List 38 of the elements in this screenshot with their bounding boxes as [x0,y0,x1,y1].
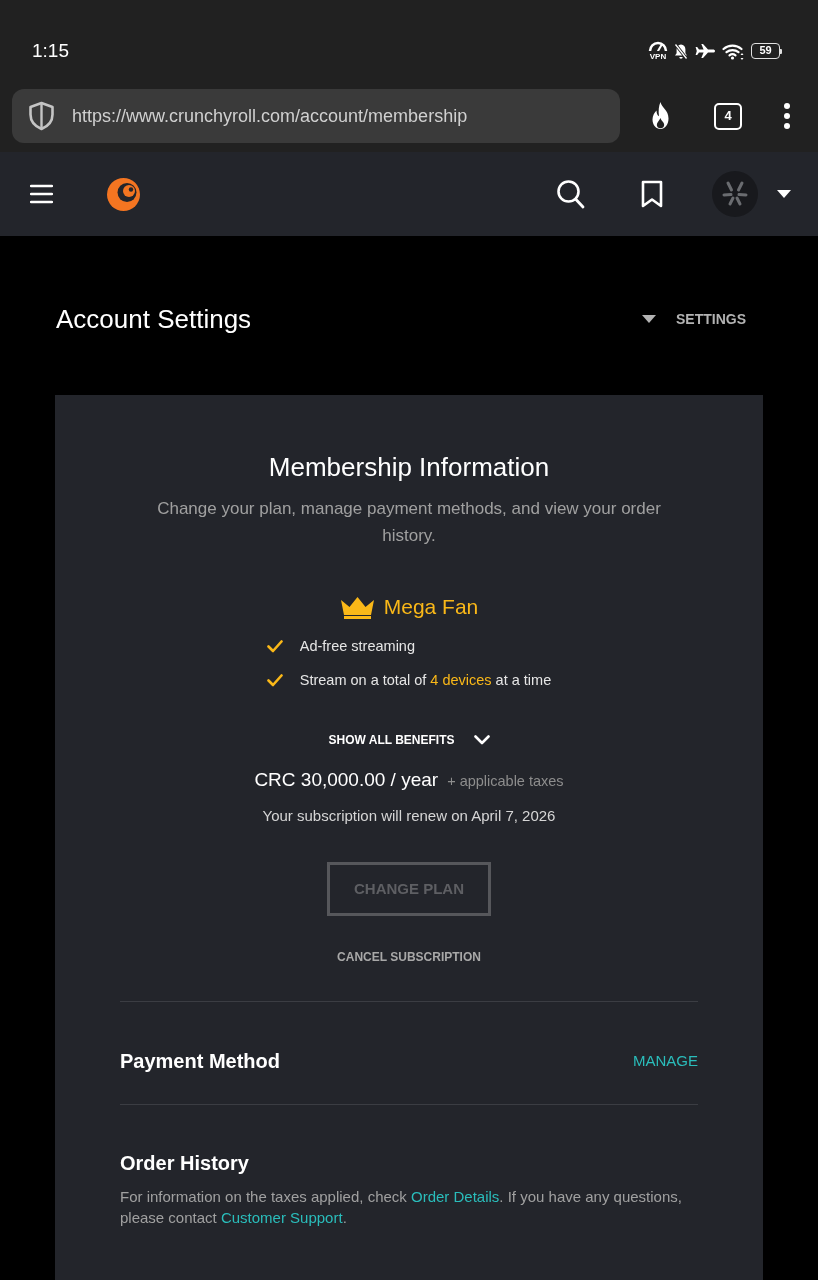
avatar-icon[interactable] [712,171,758,217]
benefit-text: Stream on a total of 4 devices at a time [299,671,552,690]
check-icon [266,639,283,653]
manage-link[interactable]: MANAGE [633,1051,698,1071]
wifi-icon [722,42,745,60]
bookmark-icon[interactable] [641,180,663,208]
crown-icon [339,595,375,619]
menu-icon[interactable] [30,184,53,204]
order-history-text: For information on the taxes applied, check Order Details. If you have any questions, please contact Customer Support. [120,1187,683,1228]
inline-link[interactable]: Customer Support [220,1209,343,1226]
tab-count-button[interactable]: 4 [714,102,742,130]
card-title: Membership Information [267,451,551,484]
check-icon [266,673,283,687]
section-title: Order History [120,1151,250,1176]
settings-dropdown[interactable]: SETTINGS [642,309,746,329]
battery-indicator: 59 [751,43,782,59]
card-description: Change your plan, manage payment methods, and view your order history. [156,498,662,547]
renewal-text: Your subscription will renew on April 7, 2026 [261,806,557,826]
vpn-icon [648,41,668,51]
caret-icon[interactable] [777,190,791,198]
url-field[interactable]: https://www.crunchyroll.com/account/membership [12,89,620,143]
section-title: Payment Method [120,1049,281,1074]
more-menu-icon[interactable] [783,102,791,130]
status-time: 1:15 [32,39,69,63]
benefit-text: Ad-free streaming [299,637,415,656]
page-title: Account Settings [56,303,252,336]
shield-icon[interactable] [28,101,55,131]
show-benefits-button[interactable]: SHOW ALL BENEFITS [328,730,490,750]
plan-name: Mega Fan [383,594,479,620]
airplane-icon [694,43,716,59]
price-text: CRC 30,000.00 / year [254,768,439,792]
logo-icon[interactable] [107,177,140,211]
vpn-label: VPN [649,52,667,61]
search-icon[interactable] [556,179,585,209]
caret-icon [642,315,656,323]
cancel-subscription-button[interactable]: CANCEL SUBSCRIPTION [337,948,481,966]
tax-note: + applicable taxes [447,772,564,791]
bell-off-icon [674,42,688,60]
